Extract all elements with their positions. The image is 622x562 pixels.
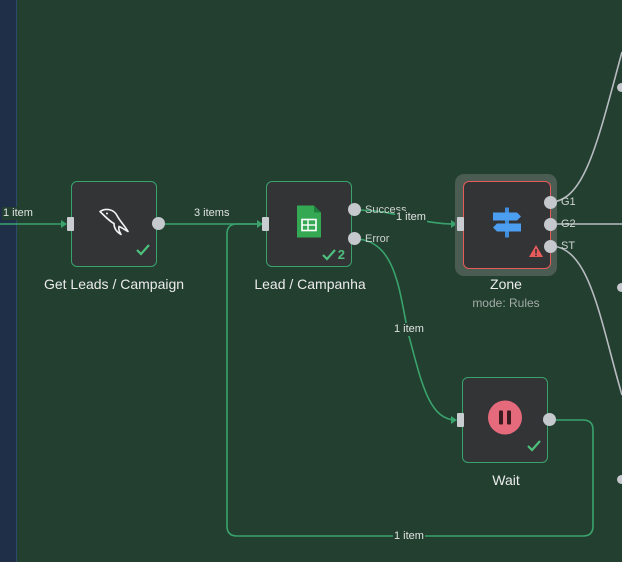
node-lead-campanha[interactable]: 2 bbox=[266, 181, 352, 267]
output-handle-g1[interactable] bbox=[544, 196, 557, 209]
input-handle-zone[interactable] bbox=[457, 217, 464, 231]
output-handle-success[interactable] bbox=[348, 203, 361, 216]
input-handle-lead[interactable] bbox=[262, 217, 269, 231]
run-count: 2 bbox=[337, 247, 345, 262]
port-label-g1: G1 bbox=[561, 196, 576, 208]
edge-label-incoming: 1 item bbox=[2, 207, 34, 220]
node-title-zone: Zone bbox=[490, 276, 522, 292]
pause-icon bbox=[487, 400, 523, 441]
edge-label-error-to-wait: 1 item bbox=[393, 323, 425, 336]
node-zone[interactable] bbox=[463, 181, 551, 269]
output-handle-error[interactable] bbox=[348, 232, 361, 245]
offscreen-node-handle[interactable] bbox=[617, 475, 622, 484]
edge-label-success-to-zone: 1 item bbox=[395, 211, 427, 224]
output-handle-st[interactable] bbox=[544, 240, 557, 253]
google-sheets-icon bbox=[295, 204, 323, 245]
output-handle-get-leads[interactable] bbox=[152, 217, 165, 230]
port-label-st: ST bbox=[561, 240, 576, 252]
edge-label-wait-loop: 1 item bbox=[393, 530, 425, 543]
input-handle-get-leads[interactable] bbox=[67, 217, 74, 231]
wire-st bbox=[549, 245, 622, 396]
success-check-icon bbox=[527, 439, 541, 457]
node-subtitle-zone: mode: Rules bbox=[472, 296, 540, 310]
node-title-get-leads: Get Leads / Campaign bbox=[43, 276, 185, 292]
offscreen-node-handle[interactable] bbox=[617, 283, 622, 292]
mysql-dolphin-icon bbox=[94, 202, 134, 247]
output-handle-wait[interactable] bbox=[543, 413, 556, 426]
wire-g1 bbox=[549, 51, 622, 203]
success-check-icon bbox=[136, 243, 150, 261]
run-count-badge: 2 bbox=[321, 247, 345, 262]
node-title-lead-campanha: Lead / Campanha bbox=[254, 276, 366, 292]
node-get-leads[interactable] bbox=[71, 181, 157, 267]
node-wait[interactable] bbox=[462, 377, 548, 463]
input-handle-wait[interactable] bbox=[457, 413, 464, 427]
signpost-icon bbox=[488, 204, 526, 247]
port-label-error: Error bbox=[365, 233, 390, 245]
edge-label-leads-to-lead: 3 items bbox=[193, 207, 231, 220]
output-handle-g2[interactable] bbox=[544, 218, 557, 231]
node-title-wait: Wait bbox=[492, 472, 520, 488]
warning-icon[interactable] bbox=[528, 244, 544, 263]
port-label-g2: G2 bbox=[561, 218, 576, 230]
offscreen-node-handle[interactable] bbox=[617, 83, 622, 92]
